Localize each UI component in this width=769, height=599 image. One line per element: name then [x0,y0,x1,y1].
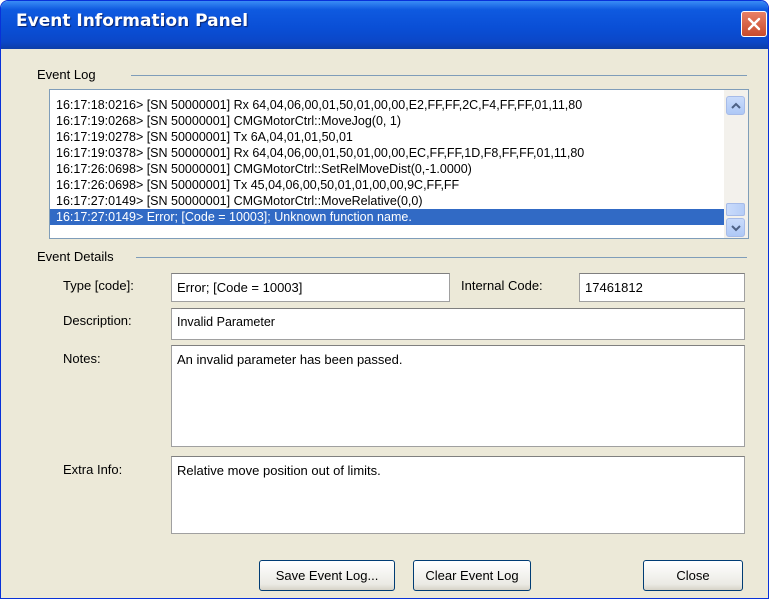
scroll-thumb[interactable] [726,203,745,216]
scroll-down-button[interactable] [726,218,745,237]
log-line[interactable]: 16:17:27:0149> [SN 50000001] CMGMotorCtr… [50,193,724,209]
internal-code-field[interactable]: 17461812 [579,273,745,302]
event-details-group-label: Event Details [37,249,120,264]
log-line[interactable]: 16:17:19:0378> [SN 50000001] Rx 64,04,06… [50,145,724,161]
event-information-window: Event Information Panel Event Log 16:17:… [0,0,769,599]
log-line[interactable]: 16:17:19:0268> [SN 50000001] CMGMotorCtr… [50,113,724,129]
extra-info-field[interactable]: Relative move position out of limits. [171,456,745,534]
log-line[interactable]: 16:17:18:0216> [SN 50000001] Rx 64,04,06… [50,97,724,113]
event-details-divider [136,257,747,258]
description-field[interactable]: Invalid Parameter [171,308,745,340]
log-line[interactable]: 16:17:19:0278> [SN 50000001] Tx 6A,04,01… [50,129,724,145]
close-icon [747,17,761,31]
log-line-selected[interactable]: 16:17:27:0149> Error; [Code = 10003]; Un… [50,209,724,225]
event-log-list[interactable]: 16:17:18:0216> [SN 50000001] Rx 64,04,06… [49,89,749,239]
chevron-up-icon [731,102,741,109]
close-button[interactable]: Close [643,560,743,591]
title-bar[interactable]: Event Information Panel [1,1,768,49]
event-log-group-label: Event Log [37,67,102,82]
extra-info-label: Extra Info: [63,462,123,477]
window-title: Event Information Panel [16,11,249,31]
description-label: Description: [63,313,132,328]
type-code-label: Type [code]: [63,278,134,293]
log-line[interactable]: 16:17:26:0698> [SN 50000001] Tx 45,04,06… [50,177,724,193]
event-log-divider [131,75,747,76]
clear-event-log-button[interactable]: Clear Event Log [413,560,531,591]
chevron-down-icon [731,225,741,232]
internal-code-label: Internal Code: [461,278,543,293]
event-log-lines: 16:17:18:0216> [SN 50000001] Rx 64,04,06… [50,97,724,225]
log-line[interactable]: 16:17:26:0698> [SN 50000001] CMGMotorCtr… [50,161,724,177]
type-code-field[interactable]: Error; [Code = 10003] [171,273,450,302]
scroll-up-button[interactable] [726,96,745,115]
save-event-log-button[interactable]: Save Event Log... [259,560,395,591]
event-log-scrollbar[interactable] [724,90,748,238]
notes-label: Notes: [63,351,101,366]
notes-field[interactable]: An invalid parameter has been passed. [171,345,745,447]
title-close-button[interactable] [741,11,767,37]
